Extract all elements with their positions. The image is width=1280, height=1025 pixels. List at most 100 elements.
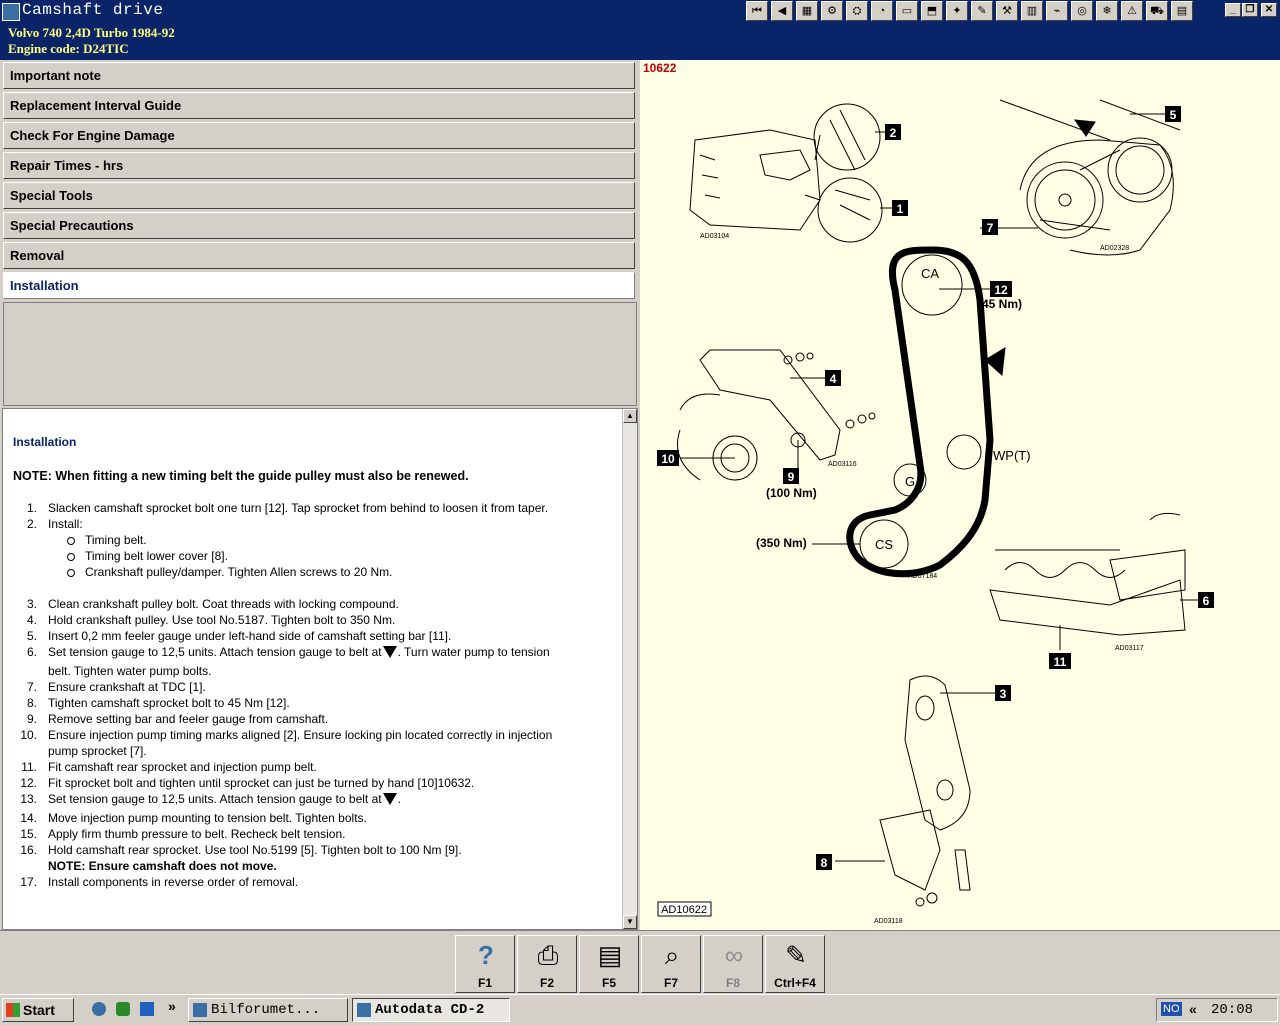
book-icon: ▤ xyxy=(597,940,623,970)
step-number: 4. xyxy=(26,613,37,627)
windows-logo-icon xyxy=(6,1003,20,1017)
browser-icon[interactable] xyxy=(92,1002,106,1016)
scroll-down-arrow-icon[interactable]: ▼ xyxy=(623,915,637,929)
step-number: 16. xyxy=(20,843,37,857)
repair-icon[interactable]: ⚒ xyxy=(996,1,1018,21)
first-page-icon[interactable]: ⏮ xyxy=(746,1,768,21)
taskbar-item-autodata[interactable]: Autodata CD-2 xyxy=(352,998,510,1022)
start-button[interactable]: Start xyxy=(2,998,74,1022)
label-ca: CA xyxy=(921,266,939,281)
sub-step-text: Crankshaft pulley/damper. Tighten Allen … xyxy=(85,565,393,579)
callout-3: 3 xyxy=(1000,687,1007,701)
step-text: Remove setting bar and feeler gauge from… xyxy=(48,712,329,726)
step-number: 17. xyxy=(20,875,37,889)
callout-9: 9 xyxy=(788,470,795,484)
callout-5: 5 xyxy=(1170,108,1177,122)
step-number: 3. xyxy=(26,597,37,611)
step-text-part: . Turn water pump to tension xyxy=(397,645,550,659)
bullet-icon xyxy=(67,553,75,561)
wiring-icon[interactable]: ⌁ xyxy=(1046,1,1068,21)
step-text: NOTE: Ensure camshaft does not move. xyxy=(48,859,277,873)
image-icon[interactable]: ▦ xyxy=(796,1,818,21)
clock-app-icon[interactable] xyxy=(116,1002,130,1016)
help-button[interactable]: ? F1 xyxy=(455,935,515,993)
callout-10: 10 xyxy=(661,452,675,466)
scroll-up-arrow-icon[interactable]: ▲ xyxy=(623,409,637,423)
menu-item-installation[interactable]: Installation xyxy=(3,272,635,299)
print-icon: ⎙ xyxy=(537,940,559,970)
tray-expand-icon[interactable]: « xyxy=(1189,1001,1197,1017)
ac-icon[interactable]: ❄ xyxy=(1096,1,1118,21)
minimize-button[interactable]: _ xyxy=(1225,3,1241,17)
zoom-button[interactable]: ⌕ F7 xyxy=(641,935,701,993)
car-lift-icon[interactable]: ⬒ xyxy=(921,1,943,21)
step-number: 11. xyxy=(21,760,37,774)
close-button[interactable]: ✕ xyxy=(1261,3,1277,17)
bullet-icon xyxy=(67,537,75,545)
torque-12: (45 Nm) xyxy=(978,297,1022,311)
instructions-pane[interactable]: Installation NOTE: When fitting a new ti… xyxy=(2,408,638,930)
menu-item-repair-times[interactable]: Repair Times - hrs xyxy=(3,152,635,179)
quicklaunch-more[interactable]: » xyxy=(168,998,176,1014)
sub-step-text: Timing belt lower cover [8]. xyxy=(85,549,228,563)
taskbar-item-bilforumet[interactable]: Bilforumet... xyxy=(188,998,348,1022)
brake-icon[interactable]: ◎ xyxy=(1071,1,1093,21)
callout-7: 7 xyxy=(987,221,994,235)
gauge-icon[interactable]: ◔ xyxy=(871,1,893,21)
service-icon[interactable]: ⛟ xyxy=(1146,1,1168,21)
notes-icon[interactable]: ▤ xyxy=(1171,1,1193,21)
step-text: Set tension gauge to 12,5 units. Attach … xyxy=(48,645,550,659)
instructions-heading: Installation xyxy=(13,435,77,449)
callout-8: 8 xyxy=(821,856,828,870)
label-g: G xyxy=(905,474,915,489)
step-number: 7. xyxy=(26,680,37,694)
notes-icon: ✎ xyxy=(785,940,807,970)
zoom-icon: ⌕ xyxy=(664,940,680,970)
menu-item-special-precautions[interactable]: Special Precautions xyxy=(3,212,635,239)
instructions-note: NOTE: When fitting a new timing belt the… xyxy=(13,469,469,483)
step-text: Tighten camshaft sprocket bolt to 45 Nm … xyxy=(48,696,290,710)
window-title: Camshaft drive xyxy=(22,1,164,19)
scrollbar[interactable]: ▲ ▼ xyxy=(622,409,637,929)
wrench-icon[interactable]: ✎ xyxy=(971,1,993,21)
subcode-6: AD03118 xyxy=(874,918,903,925)
step-text: Slacken camshaft sprocket bolt one turn … xyxy=(48,501,549,515)
step-text: Install: xyxy=(48,517,83,531)
book-button[interactable]: ▤ F5 xyxy=(579,935,639,993)
menu-item-engine-damage[interactable]: Check For Engine Damage xyxy=(3,122,635,149)
subcode-5: AD03117 xyxy=(1115,645,1144,652)
tools-icon[interactable]: ⚙ xyxy=(821,1,843,21)
warning-icon[interactable]: ⚠ xyxy=(1121,1,1143,21)
desktop-icon[interactable] xyxy=(140,1002,154,1016)
menu-item-important-note[interactable]: Important note xyxy=(3,62,635,89)
belt-icon: ∞ xyxy=(724,940,744,970)
clock: 20:08 xyxy=(1211,1002,1254,1018)
tension-mark-icon xyxy=(382,646,397,658)
step-text-part: . xyxy=(397,792,401,806)
language-indicator[interactable]: NO xyxy=(1161,1002,1182,1016)
engine-code: Engine code: D24TIC xyxy=(8,41,129,56)
step-text: Fit camshaft rear sprocket and injection… xyxy=(48,760,317,774)
step-text-part: Set tension gauge to 12,5 units. Attach … xyxy=(48,645,382,659)
engine-icon[interactable]: ⛭ xyxy=(846,1,868,21)
step-number: 15. xyxy=(20,827,37,841)
battery-icon[interactable]: ▭ xyxy=(896,1,918,21)
app-icon[interactable] xyxy=(2,3,20,21)
menu-item-replacement-interval[interactable]: Replacement Interval Guide xyxy=(3,92,635,119)
menu-item-special-tools[interactable]: Special Tools xyxy=(3,182,635,209)
notes-button[interactable]: ✎ Ctrl+F4 xyxy=(765,935,825,993)
menu-item-removal[interactable]: Removal xyxy=(3,242,635,269)
restore-button[interactable]: ❐ xyxy=(1242,3,1258,17)
left-pane: Important note Replacement Interval Guid… xyxy=(0,60,640,930)
step-text: pump sprocket [7]. xyxy=(48,744,147,758)
belt-button[interactable]: ∞ F8 xyxy=(703,935,763,993)
manual-icon[interactable]: ▥ xyxy=(1021,1,1043,21)
subcode-4: AD07184 xyxy=(908,573,937,580)
system-tray: NO « 20:08 xyxy=(1156,998,1278,1022)
torque-cs: (350 Nm) xyxy=(756,536,807,550)
prev-page-icon[interactable]: ◀ xyxy=(771,1,793,21)
step-number: 10. xyxy=(20,728,37,742)
print-button[interactable]: ⎙ F2 xyxy=(517,935,577,993)
spark-plug-icon[interactable]: ✦ xyxy=(946,1,968,21)
step-text: Hold camshaft rear sprocket. Use tool No… xyxy=(48,843,462,857)
